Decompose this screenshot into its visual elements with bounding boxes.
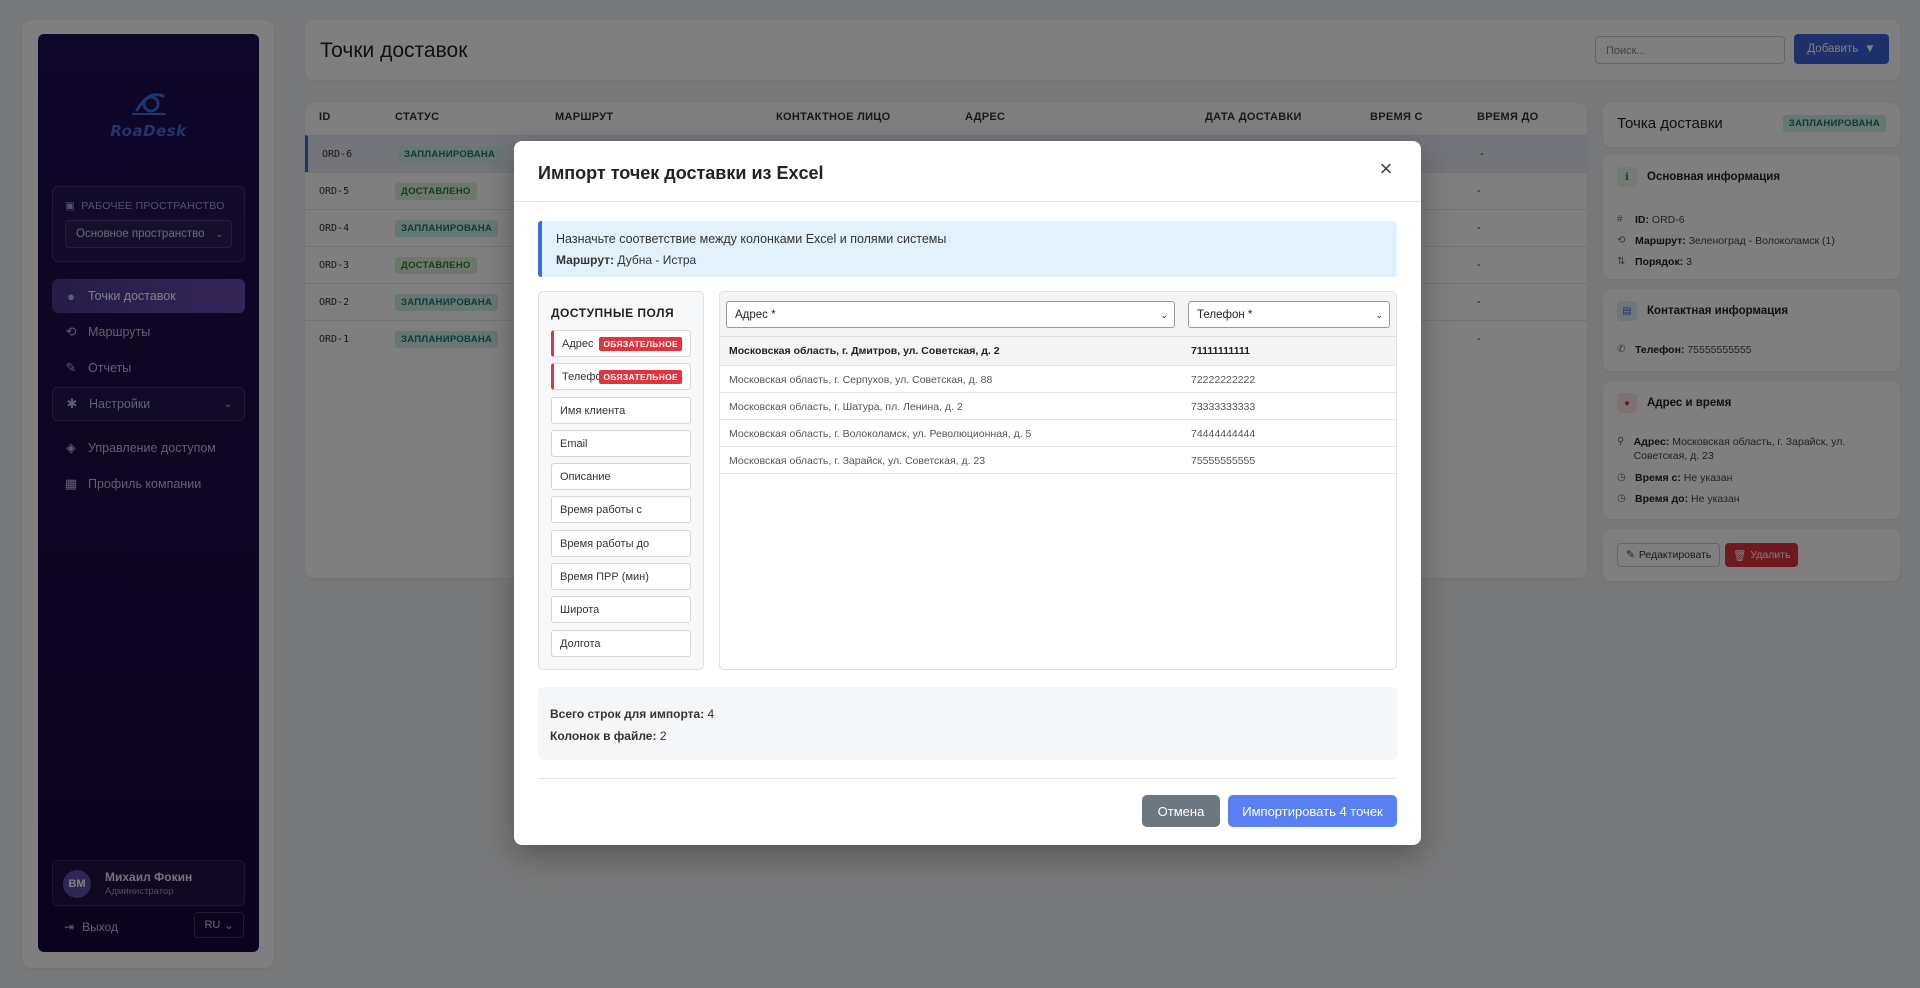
preview-address: Московская область, г. Волоколамск, ул. … bbox=[729, 428, 1032, 440]
field-label: Долгота bbox=[560, 638, 601, 650]
select-value: Адрес * bbox=[735, 309, 776, 321]
preview-phone: 72222222222 bbox=[1191, 374, 1256, 386]
summary-value: 2 bbox=[659, 729, 667, 743]
field-client-name[interactable]: Имя клиента bbox=[551, 397, 691, 424]
available-fields-panel: ДОСТУПНЫЕ ПОЛЯ Адрес ОБЯЗАТЕЛЬНОЕ Телефо… bbox=[538, 291, 704, 670]
field-email[interactable]: Email bbox=[551, 430, 691, 457]
mapping-header: Адрес * ⌄ Телефон * ⌄ bbox=[720, 292, 1396, 337]
fields-title: ДОСТУПНЫЕ ПОЛЯ bbox=[551, 306, 675, 320]
summary-rows: Всего строк для импорта: 4 bbox=[550, 707, 714, 721]
info-route-key: Маршрут: bbox=[556, 253, 615, 267]
summary-key: Колонок в файле: bbox=[550, 729, 657, 743]
field-label: Время работы до bbox=[560, 538, 650, 550]
required-badge: ОБЯЗАТЕЛЬНОЕ bbox=[599, 370, 682, 384]
preview-row: Московская область, г. Дмитров, ул. Сове… bbox=[720, 337, 1396, 366]
info-route: Маршрут: Дубна - Истра bbox=[556, 253, 696, 267]
preview-address: Московская область, г. Дмитров, ул. Сове… bbox=[729, 345, 1000, 357]
close-icon[interactable]: × bbox=[1375, 158, 1397, 181]
field-label: Имя клиента bbox=[560, 405, 626, 417]
summary-value: 4 bbox=[707, 707, 715, 721]
field-label: Широта bbox=[560, 604, 600, 616]
preview-phone: 74444444444 bbox=[1191, 428, 1256, 440]
app: RoaDesk ▣ РАБОЧЕЕ ПРОСТРАНСТВО Основное … bbox=[0, 0, 1920, 988]
info-route-value: Дубна - Истра bbox=[617, 253, 697, 267]
modal-title: Импорт точек доставки из Excel bbox=[538, 163, 824, 183]
column-1-select[interactable]: Адрес * ⌄ bbox=[726, 301, 1175, 328]
modal-header: Импорт точек доставки из Excel × bbox=[514, 141, 1421, 202]
preview-phone: 73333333333 bbox=[1191, 401, 1256, 413]
preview-row: Московская область, г. Волоколамск, ул. … bbox=[720, 420, 1396, 447]
field-description[interactable]: Описание bbox=[551, 463, 691, 490]
chevron-down-icon: ⌄ bbox=[1160, 310, 1168, 320]
preview-address: Московская область, г. Серпухов, ул. Сов… bbox=[729, 374, 993, 386]
chevron-down-icon: ⌄ bbox=[1375, 310, 1383, 320]
select-value: Телефон * bbox=[1197, 309, 1253, 321]
preview-row: Московская область, г. Шатура, пл. Ленин… bbox=[720, 393, 1396, 420]
required-badge: ОБЯЗАТЕЛЬНОЕ bbox=[599, 337, 682, 351]
footer-divider bbox=[538, 778, 1397, 779]
preview-address: Московская область, г. Шатура, пл. Ленин… bbox=[729, 401, 963, 413]
preview-phone: 71111111111 bbox=[1191, 345, 1251, 357]
info-text: Назначьте соответствие между колонками E… bbox=[556, 232, 947, 246]
field-label: Email bbox=[560, 438, 588, 450]
field-label: Описание bbox=[560, 471, 611, 483]
field-label: Время ПРР (мин) bbox=[560, 571, 649, 583]
field-label: Адрес bbox=[562, 338, 594, 350]
import-modal: Импорт точек доставки из Excel × Назначь… bbox=[514, 141, 1421, 845]
preview-row: Московская область, г. Зарайск, ул. Сове… bbox=[720, 447, 1396, 474]
info-alert: Назначьте соответствие между колонками E… bbox=[538, 221, 1397, 277]
field-work-to[interactable]: Время работы до bbox=[551, 530, 691, 557]
field-handling-time[interactable]: Время ПРР (мин) bbox=[551, 563, 691, 590]
field-label: Время работы с bbox=[560, 504, 643, 516]
column-mapping-panel: Адрес * ⌄ Телефон * ⌄ Московская область… bbox=[719, 291, 1397, 670]
cancel-button[interactable]: Отмена bbox=[1142, 795, 1220, 827]
field-latitude[interactable]: Широта bbox=[551, 596, 691, 623]
preview-row: Московская область, г. Серпухов, ул. Сов… bbox=[720, 366, 1396, 393]
field-phone[interactable]: Телефон ОБЯЗАТЕЛЬНОЕ bbox=[551, 363, 691, 390]
import-button[interactable]: Импортировать 4 точек bbox=[1228, 795, 1397, 827]
preview-phone: 75555555555 bbox=[1191, 455, 1256, 467]
summary-key: Всего строк для импорта: bbox=[550, 707, 705, 721]
import-summary: Всего строк для импорта: 4 Колонок в фай… bbox=[538, 687, 1397, 760]
field-longitude[interactable]: Долгота bbox=[551, 630, 691, 657]
column-2-select[interactable]: Телефон * ⌄ bbox=[1188, 301, 1390, 328]
field-address[interactable]: Адрес ОБЯЗАТЕЛЬНОЕ bbox=[551, 330, 691, 357]
preview-address: Московская область, г. Зарайск, ул. Сове… bbox=[729, 455, 986, 467]
field-work-from[interactable]: Время работы с bbox=[551, 496, 691, 523]
summary-columns: Колонок в файле: 2 bbox=[550, 729, 667, 743]
